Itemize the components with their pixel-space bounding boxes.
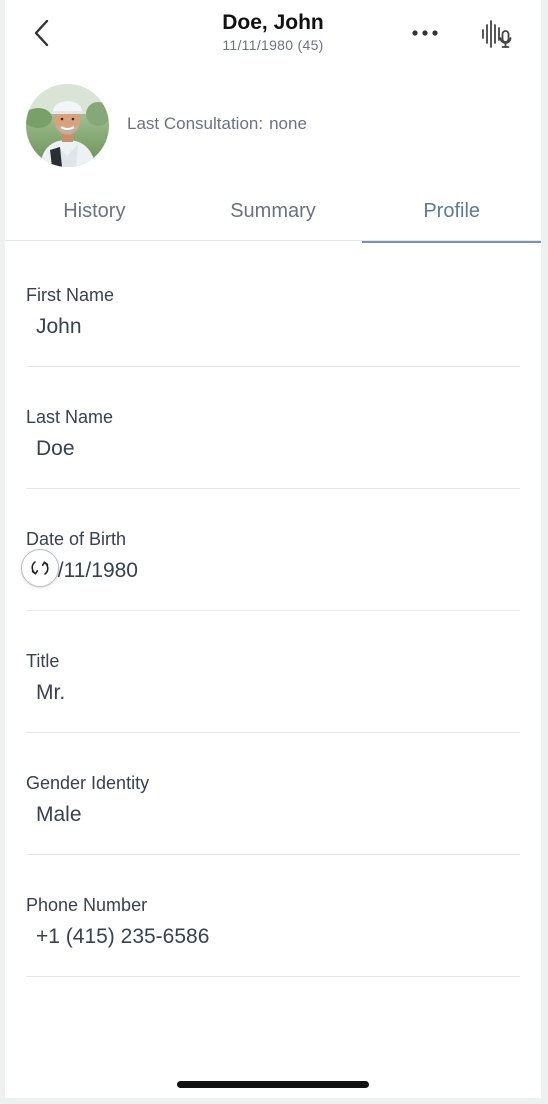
last-consultation: Last Consultation: none [127, 114, 313, 134]
last-consultation-label: Last Consultation: [127, 114, 264, 133]
title-label: Title [26, 651, 60, 671]
gender-identity-field: Gender Identity [26, 772, 520, 855]
last-name-label: Last Name [26, 407, 114, 427]
phone-number-field: Phone Number [26, 894, 520, 977]
first-name-label: First Name [26, 285, 115, 305]
last-name-field: Last Name [26, 406, 520, 489]
voice-waveform-mic-icon [482, 20, 512, 48]
patient-name: Doe, John [222, 11, 324, 34]
title-field: Title [26, 650, 520, 733]
gender-identity-input[interactable] [36, 800, 506, 830]
more-options-button[interactable] [407, 22, 443, 44]
patient-header: Doe, John 11/11/1980 (45) [5, 10, 541, 54]
tab-profile[interactable]: Profile [362, 188, 541, 243]
voice-record-button[interactable] [477, 16, 517, 52]
refresh-icon [31, 561, 49, 575]
more-horizontal-icon [412, 30, 438, 36]
first-name-input[interactable] [36, 312, 506, 342]
date-of-birth-field: Date of Birth [21, 528, 520, 611]
first-name-field: First Name [26, 284, 520, 367]
gender-identity-label: Gender Identity [26, 773, 150, 793]
patient-dob-age: 11/11/1980 (45) [222, 37, 324, 53]
phone-number-input[interactable] [36, 922, 506, 952]
phone-number-label: Phone Number [26, 895, 148, 915]
last-consultation-value: none [269, 114, 307, 133]
tab-summary[interactable]: Summary [184, 188, 363, 240]
tab-bar: History Summary Profile [5, 188, 541, 243]
app-screen: Doe, John 11/11/1980 (45) Last Consultat… [5, 0, 541, 1098]
tab-history[interactable]: History [5, 188, 184, 240]
title-input[interactable] [36, 678, 506, 708]
patient-photo [26, 84, 109, 167]
date-of-birth-input[interactable] [36, 556, 506, 586]
home-indicator[interactable] [177, 1081, 369, 1088]
header: Doe, John 11/11/1980 (45) [5, 0, 541, 66]
last-name-input[interactable] [36, 434, 506, 464]
patient-avatar[interactable] [26, 84, 109, 167]
date-of-birth-label: Date of Birth [26, 529, 127, 549]
sync-button[interactable] [21, 549, 59, 587]
